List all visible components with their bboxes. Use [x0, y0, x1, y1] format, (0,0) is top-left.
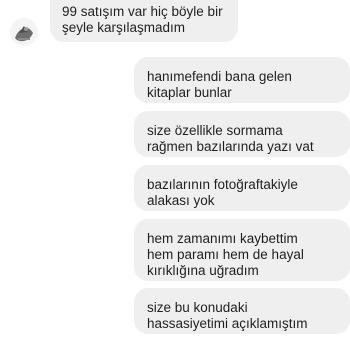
chat-thread: 99 satışım var hiç böyle bir şeyle karşı… — [0, 0, 350, 350]
incoming-message[interactable]: 99 satışım var hiç böyle bir şeyle karşı… — [50, 0, 238, 42]
profile-photo-icon — [10, 18, 38, 46]
outgoing-message[interactable]: size özellikle sormama rağmen bazılarınd… — [134, 111, 350, 157]
outgoing-message[interactable]: hanımefendi bana gelen kitaplar bunlar — [134, 57, 350, 103]
outgoing-message[interactable]: size bu konudaki hassasiyetimi açıklamış… — [134, 288, 350, 334]
outgoing-message[interactable]: hem zamanımı kaybettim hem paramı hem de… — [134, 219, 350, 281]
avatar[interactable] — [10, 18, 38, 46]
outgoing-message[interactable]: bazılarının fotoğraftakiyle alakası yok — [134, 165, 350, 211]
